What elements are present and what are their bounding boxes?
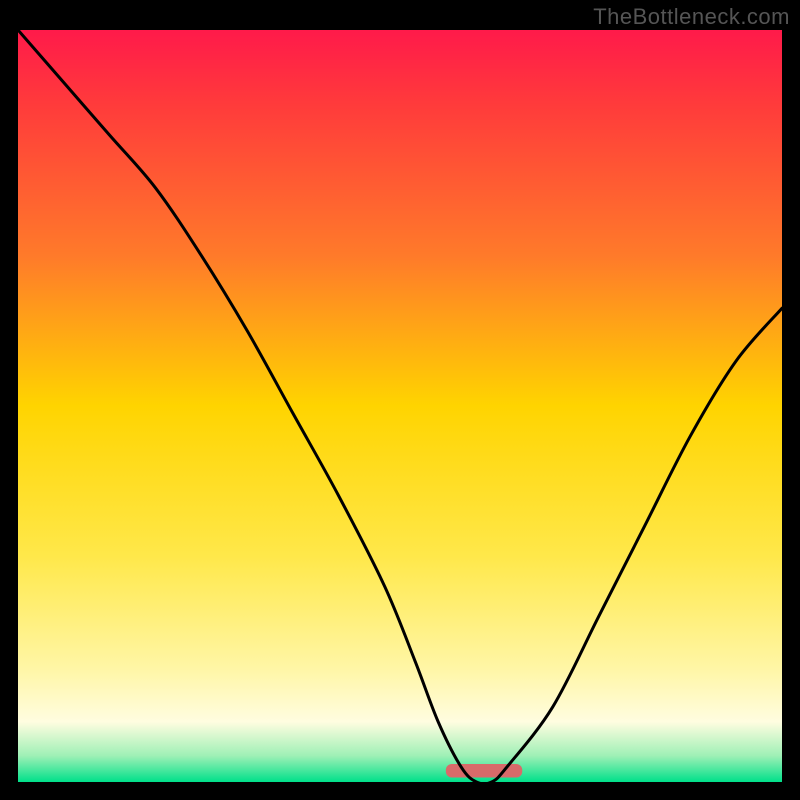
minimum-band-marker	[446, 764, 522, 778]
gradient-background	[18, 30, 782, 782]
watermark-text: TheBottleneck.com	[593, 4, 790, 30]
bottleneck-chart	[18, 30, 782, 782]
chart-frame: TheBottleneck.com	[0, 0, 800, 800]
plot-area	[18, 30, 782, 782]
